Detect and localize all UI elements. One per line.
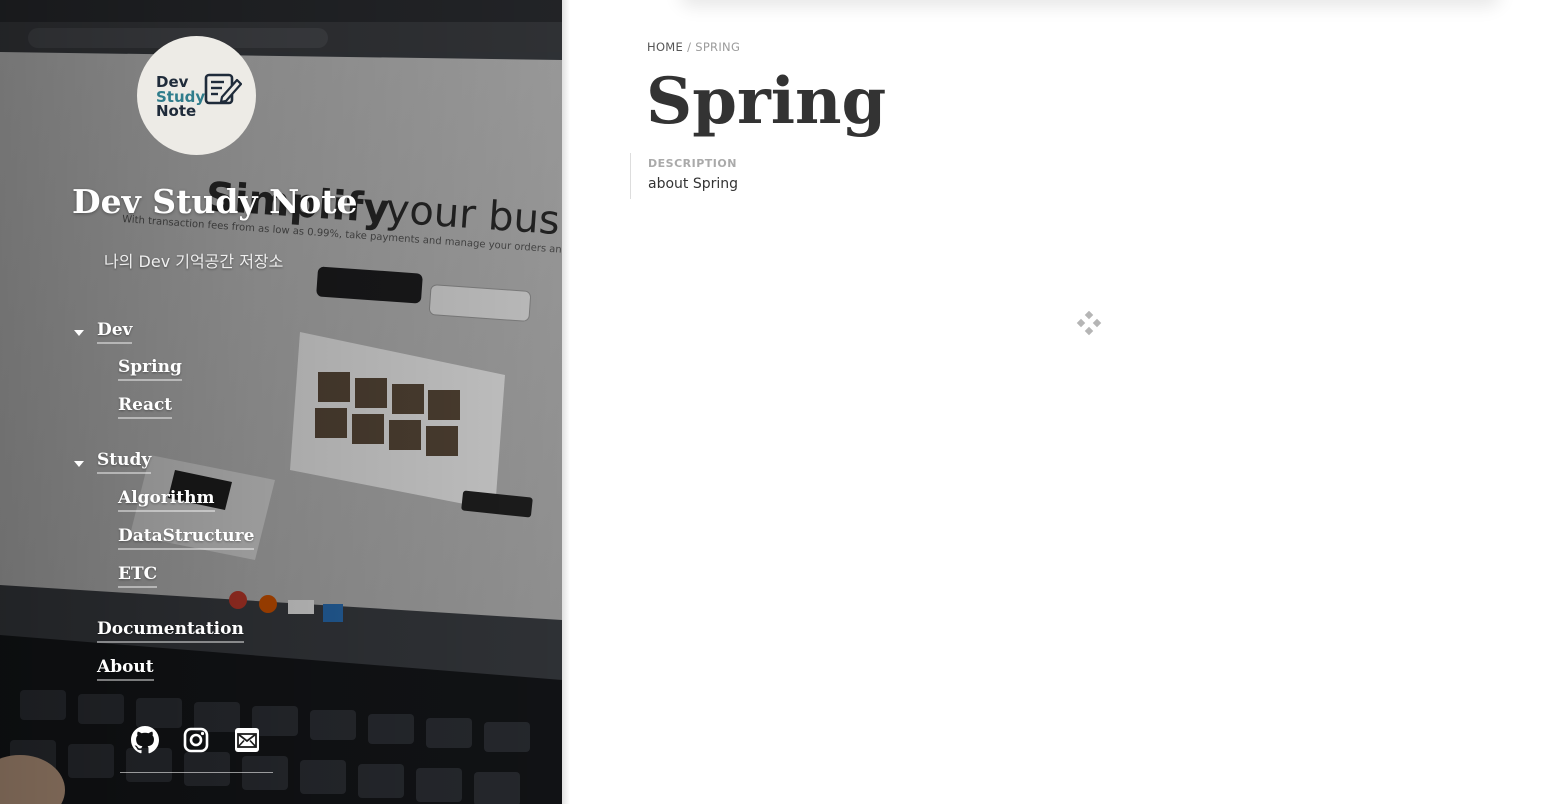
nav-item-documentation-link[interactable]: Documentation — [97, 619, 244, 643]
description-block: DESCRIPTION about Spring — [630, 153, 738, 199]
mail-icon[interactable] — [233, 726, 261, 754]
nav-group-study[interactable]: Study — [97, 450, 152, 474]
nav-item-datastructure[interactable]: DataStructure — [118, 526, 255, 550]
site-logo[interactable]: Dev Study Note — [137, 36, 256, 155]
breadcrumb-home[interactable]: HOME — [647, 40, 683, 54]
loading-spinner-icon — [1076, 311, 1102, 336]
site-subtitle: 나의 Dev 기억공간 저장소 — [104, 252, 284, 271]
nav-item-react[interactable]: React — [118, 395, 173, 419]
instagram-icon[interactable] — [182, 726, 210, 754]
nav-group-dev-label[interactable]: Dev — [97, 320, 133, 344]
breadcrumb-separator: / — [687, 40, 692, 54]
nav-item-spring-link[interactable]: Spring — [118, 357, 182, 381]
nav-item-about-link[interactable]: About — [97, 657, 154, 681]
github-icon[interactable] — [131, 726, 159, 754]
nav-item-documentation[interactable]: Documentation — [97, 619, 244, 643]
breadcrumb: HOME / SPRING — [647, 40, 740, 54]
nav-item-algorithm-link[interactable]: Algorithm — [118, 488, 215, 512]
page-title: Spring — [646, 64, 887, 139]
divider — [120, 772, 273, 773]
site-title[interactable]: Dev Study Note — [72, 182, 358, 221]
nav-item-react-link[interactable]: React — [118, 395, 173, 419]
nav-item-etc[interactable]: ETC — [118, 564, 158, 588]
main-content: HOME / SPRING Spring DESCRIPTION about S… — [562, 0, 1568, 804]
nav-group-study-label[interactable]: Study — [97, 450, 152, 474]
note-icon — [204, 73, 242, 105]
nav-group-dev[interactable]: Dev — [97, 320, 133, 344]
logo-text: Dev Study Note — [156, 75, 205, 119]
nav-item-datastructure-link[interactable]: DataStructure — [118, 526, 255, 550]
logo-line-3: Note — [156, 102, 197, 120]
sidebar: Simplify your bus With transaction fees … — [0, 0, 562, 804]
description-text: about Spring — [648, 176, 739, 192]
breadcrumb-current: SPRING — [695, 40, 741, 54]
description-label: DESCRIPTION — [648, 157, 737, 170]
nav-item-spring[interactable]: Spring — [118, 357, 182, 381]
sidebar-edge-shadow — [562, 0, 570, 804]
nav-item-algorithm[interactable]: Algorithm — [118, 488, 215, 512]
nav-item-about[interactable]: About — [97, 657, 154, 681]
caret-down-icon[interactable] — [74, 330, 84, 336]
nav-item-etc-link[interactable]: ETC — [118, 564, 158, 588]
caret-down-icon[interactable] — [74, 461, 84, 467]
